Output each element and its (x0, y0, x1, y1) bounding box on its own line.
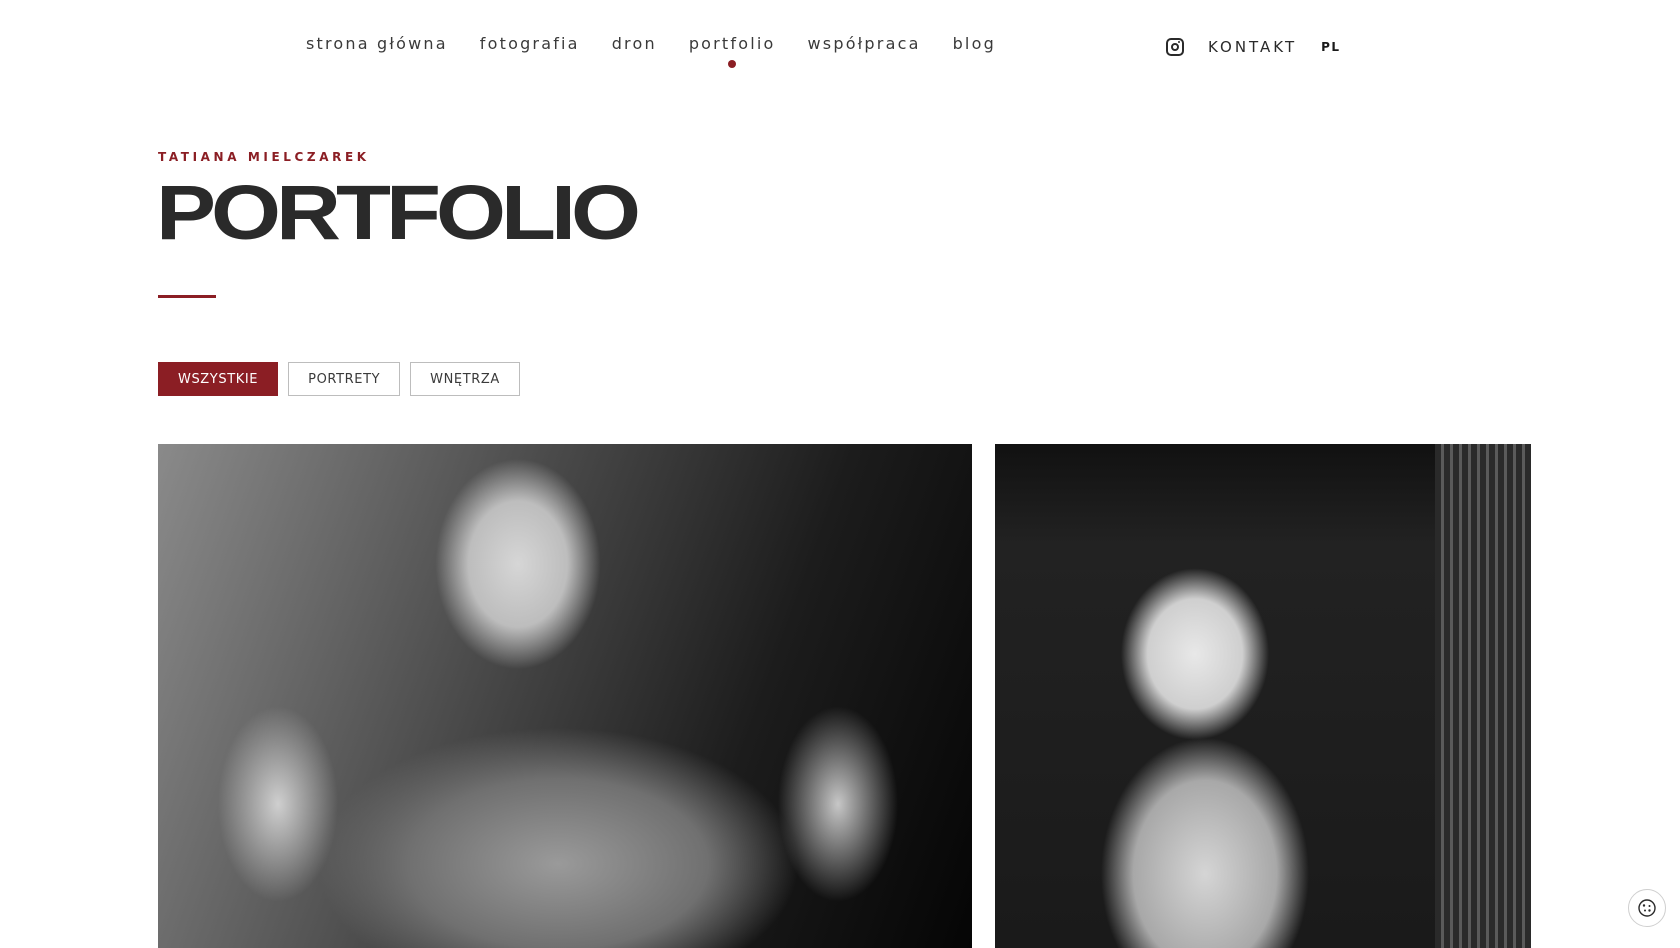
nav-item-strona-glowna[interactable]: strona główna (306, 34, 448, 54)
instagram-icon[interactable] (1166, 38, 1184, 56)
page-subtitle: TATIANA MIELCZAREK (158, 150, 370, 164)
filter-wnetrza[interactable]: WNĘTRZA (410, 362, 520, 396)
header-actions: KONTAKT PL (1166, 38, 1341, 56)
title-divider (158, 295, 216, 298)
language-switcher[interactable]: PL (1321, 40, 1340, 54)
filter-portrety[interactable]: PORTRETY (288, 362, 401, 396)
nav-item-dron[interactable]: dron (612, 34, 657, 54)
page-title: PORTFOLIO (156, 170, 641, 257)
nav-item-portfolio[interactable]: portfolio (689, 34, 776, 68)
cookie-icon (1638, 899, 1656, 917)
portfolio-filters: WSZYSTKIE PORTRETY WNĘTRZA (158, 362, 520, 396)
main-navigation: strona główna fotografia dron portfolio … (306, 34, 1028, 68)
cookie-settings-button[interactable] (1628, 889, 1666, 927)
nav-item-fotografia[interactable]: fotografia (480, 34, 580, 54)
nav-item-blog[interactable]: blog (953, 34, 996, 54)
nav-item-wspolpraca[interactable]: współpraca (808, 34, 921, 54)
filter-wszystkie[interactable]: WSZYSTKIE (158, 362, 279, 396)
gallery-photo-portrait-man[interactable] (158, 444, 972, 948)
gallery-photo-portrait-woman[interactable] (995, 444, 1531, 948)
contact-link[interactable]: KONTAKT (1208, 38, 1297, 56)
